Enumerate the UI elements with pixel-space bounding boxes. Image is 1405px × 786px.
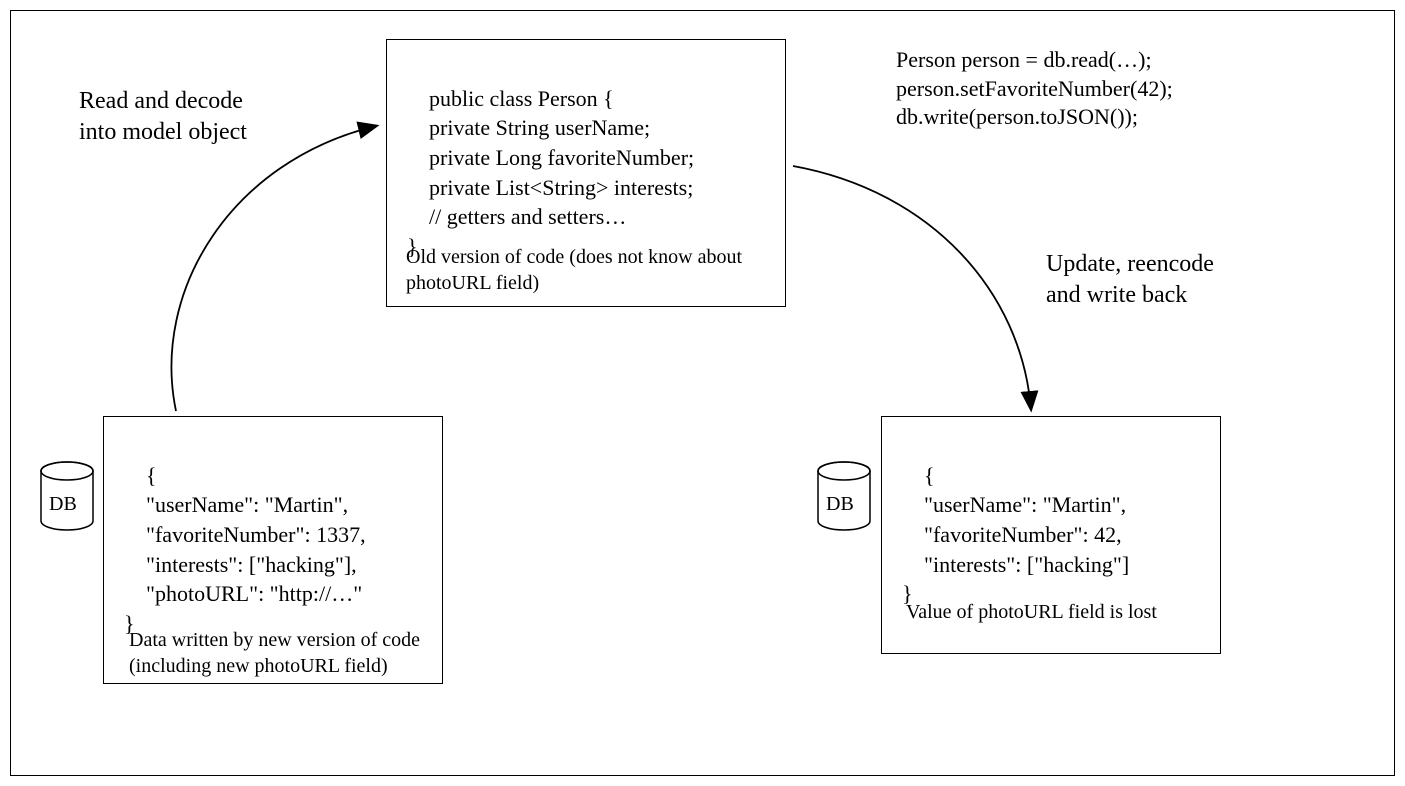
update-write-label: Update, reencode and write back: [1046, 249, 1214, 311]
json-right-text: { "userName": "Martin", "favoriteNumber"…: [902, 463, 1129, 607]
db-left-label: DB: [49, 493, 77, 516]
json-left-caption: Data written by new version of code (inc…: [129, 627, 509, 679]
read-decode-label: Read and decode into model object: [79, 86, 247, 148]
diagram-frame: public class Person { private String use…: [10, 10, 1395, 776]
usage-code-text: Person person = db.read(…); person.setFa…: [896, 46, 1173, 132]
db-right-label: DB: [826, 493, 854, 516]
class-code-text: public class Person { private String use…: [407, 86, 694, 259]
class-caption: Old version of code (does not know about…: [406, 244, 806, 296]
json-right-caption: Value of photoURL field is lost: [906, 599, 1246, 625]
json-left-text: { "userName": "Martin", "favoriteNumber"…: [124, 463, 366, 636]
